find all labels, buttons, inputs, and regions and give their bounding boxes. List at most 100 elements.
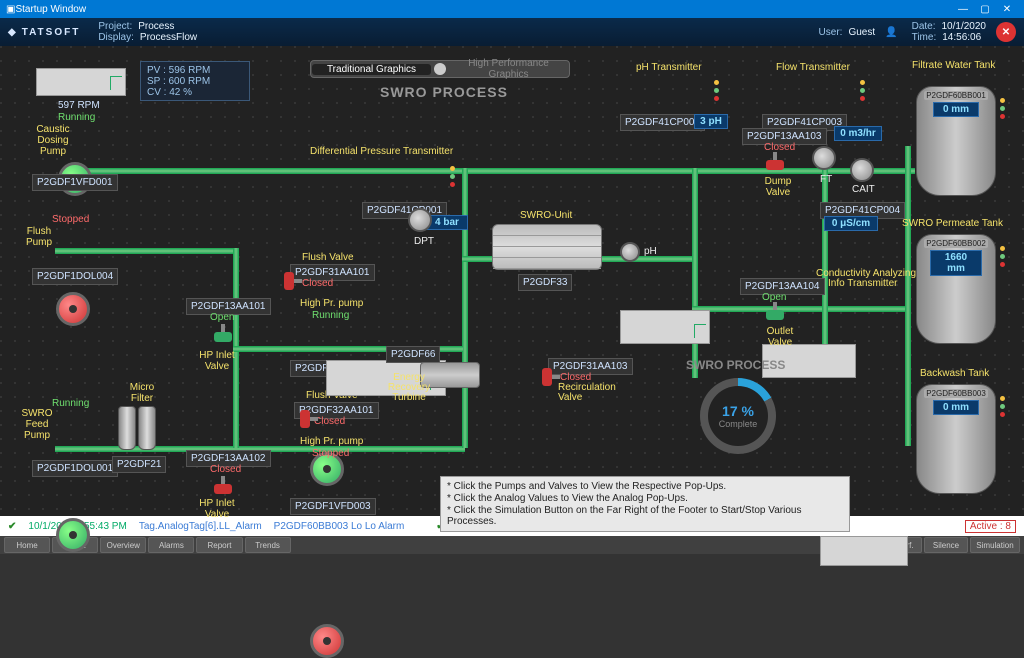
ft-code: FT — [820, 174, 832, 185]
footer-home[interactable]: Home — [4, 537, 50, 553]
toggle-knob[interactable] — [434, 63, 446, 75]
hpinlet1-status: Open — [210, 312, 234, 323]
toggle-hp[interactable]: High Performance Graphics — [449, 58, 568, 80]
close-button[interactable]: ✕ — [996, 4, 1018, 15]
pipe — [905, 146, 911, 446]
dpt-code: DPT — [414, 236, 434, 247]
pv-row: PV : 596 RPM — [147, 65, 243, 76]
cait-value[interactable]: 0 μS/cm — [824, 216, 878, 231]
tank2-value[interactable]: 1660 mm — [930, 250, 982, 276]
ert-tag: P2GDF66 — [386, 346, 440, 363]
flushv2-valve[interactable] — [296, 410, 318, 428]
alarm1-desc: Tag.AnalogTag[6].LL_Alarm — [139, 521, 262, 532]
app-header: ◆ TATSOFT Project:Process Display:Proces… — [0, 18, 1024, 46]
tank1[interactable]: P2GDF60BB001 0 mm — [916, 86, 996, 196]
swro-tag: P2GDF33 — [518, 274, 572, 291]
tank3[interactable]: P2GDF60BB003 0 mm — [916, 384, 996, 494]
ph-value[interactable]: 3 pH — [694, 114, 728, 129]
logo-icon: ◆ — [8, 27, 18, 38]
hints-panel: * Click the Pumps and Valves to View the… — [440, 476, 850, 532]
dpt-value[interactable]: 4 bar — [426, 215, 468, 230]
pipe — [462, 168, 468, 448]
process-canvas: PV : 596 RPM SP : 600 RPM CV : 42 % Trad… — [0, 46, 1024, 516]
logo-text: TATSOFT — [22, 27, 81, 38]
ph-trend[interactable] — [620, 310, 710, 344]
footer-overview[interactable]: Overview — [100, 537, 146, 553]
dump-name: Dump Valve — [758, 176, 798, 198]
cait-gauge[interactable] — [850, 158, 874, 182]
date-label: Date: — [912, 21, 936, 32]
pipe — [85, 168, 915, 174]
footer-report[interactable]: Report — [196, 537, 242, 553]
time-value: 14:56:06 — [942, 32, 981, 43]
dpt-gauge[interactable] — [408, 208, 432, 232]
flow-value[interactable]: 0 m3/hr — [834, 126, 882, 141]
feed-pump[interactable] — [56, 518, 90, 552]
flushv2-status: Closed — [314, 416, 345, 427]
flushv1-valve[interactable] — [280, 272, 302, 290]
flush-pump[interactable] — [56, 292, 90, 326]
main-title: SWRO PROCESS — [380, 84, 508, 100]
ph-ind — [714, 80, 720, 104]
flow-name: Flow Transmitter — [776, 62, 850, 73]
tank2[interactable]: P2GDF60BB002 1660 mm — [916, 234, 996, 344]
outlet-valve[interactable] — [766, 302, 784, 324]
pipe — [692, 306, 907, 312]
tank3-ind — [1000, 396, 1006, 420]
recirc-valve[interactable] — [538, 368, 560, 386]
display-label: Display: — [98, 32, 134, 43]
logo: ◆ TATSOFT — [8, 27, 80, 38]
outlet-name: Outlet Valve — [758, 326, 802, 348]
graphics-toggle[interactable]: Traditional Graphics High Performance Gr… — [310, 60, 570, 78]
hpp1-status: Running — [312, 310, 349, 321]
date-value: 10/1/2020 — [942, 21, 987, 32]
footer-simulation[interactable]: Simulation — [970, 537, 1020, 553]
flow-ind — [860, 80, 866, 104]
hpinlet2-name: HP Inlet Valve — [190, 498, 244, 520]
ft-gauge[interactable] — [812, 146, 836, 170]
hpinlet2-valve[interactable] — [214, 476, 232, 498]
hpp2-name: High Pr. pump — [300, 436, 363, 447]
progress-label: Complete — [719, 419, 758, 429]
tank2-ind — [1000, 246, 1006, 270]
tank2-tag: P2GDF60BB002 — [924, 239, 988, 248]
hpinlet1-valve[interactable] — [214, 324, 232, 346]
feed-name: SWRO Feed Pump — [16, 408, 58, 441]
progress-title: SWRO PROCESS — [686, 358, 785, 372]
hpp2-tag: P2GDF1VFD003 — [290, 498, 376, 515]
pipe — [692, 168, 698, 378]
exit-button[interactable]: ✕ — [996, 22, 1016, 42]
footer-silence[interactable]: Silence — [924, 537, 968, 553]
micro-filter[interactable] — [118, 406, 156, 450]
tank1-value[interactable]: 0 mm — [933, 102, 979, 117]
dpt-indicators — [450, 166, 456, 190]
footer-alarms[interactable]: Alarms — [148, 537, 194, 553]
dump-valve[interactable] — [766, 152, 784, 174]
active-badge[interactable]: Active : 8 — [965, 520, 1016, 533]
tank2-name: SWRO Permeate Tank — [902, 218, 1003, 229]
cv-row: CV : 42 % — [147, 87, 243, 98]
toggle-traditional[interactable]: Traditional Graphics — [312, 64, 431, 75]
micro-name: Micro Filter — [122, 382, 162, 404]
dpt-name: Differential Pressure Transmitter — [310, 146, 453, 157]
user-icon[interactable]: 👤 — [885, 27, 897, 38]
maximize-button[interactable]: ▢ — [974, 4, 996, 15]
pipe — [55, 248, 235, 254]
ert-name3: Turbine — [384, 392, 434, 403]
progress-ring: 17 % Complete — [700, 378, 776, 454]
tank1-ind — [1000, 98, 1006, 122]
hint-3: * Click the Simulation Button on the Far… — [447, 505, 843, 527]
micro-tag: P2GDF21 — [112, 456, 166, 473]
tank1-tag: P2GDF60BB001 — [924, 91, 988, 100]
cond-name2: Info Transmitter — [828, 278, 897, 289]
pv-panel[interactable]: PV : 596 RPM SP : 600 RPM CV : 42 % — [140, 61, 250, 101]
project-label: Project: — [98, 21, 132, 32]
ph-sensor[interactable] — [620, 242, 640, 262]
hpp2-pump[interactable] — [310, 624, 344, 658]
caustic-trend[interactable] — [36, 68, 126, 96]
cond-trend[interactable] — [820, 536, 908, 566]
tank3-value[interactable]: 0 mm — [933, 400, 979, 415]
minimize-button[interactable]: — — [952, 4, 974, 15]
swro-unit[interactable] — [492, 224, 602, 270]
footer-trends[interactable]: Trends — [245, 537, 291, 553]
